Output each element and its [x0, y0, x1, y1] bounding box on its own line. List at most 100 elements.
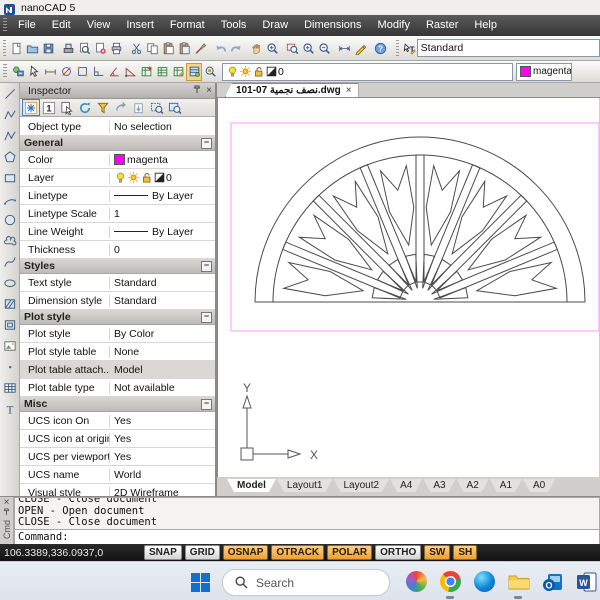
- toggle-grid[interactable]: GRID: [184, 545, 220, 560]
- collapse-icon[interactable]: −: [201, 398, 212, 410]
- cut-icon[interactable]: [129, 39, 145, 57]
- toggle-sh[interactable]: SH: [453, 545, 478, 560]
- search-input[interactable]: Search: [222, 569, 390, 596]
- toggle-otrack[interactable]: OTRACK: [271, 545, 325, 560]
- command-history[interactable]: CLOSE - Close document OPEN - Open docume…: [14, 497, 600, 529]
- text-style-icon[interactable]: T: [402, 39, 417, 57]
- table-new-icon[interactable]: [138, 63, 154, 81]
- property-row[interactable]: UCS icon On Yes: [20, 412, 215, 430]
- layer-combo[interactable]: 0: [222, 62, 513, 81]
- copy-props-icon[interactable]: [112, 99, 130, 116]
- table-open-icon[interactable]: [154, 63, 170, 81]
- rectangle-tool-icon[interactable]: [0, 167, 19, 188]
- layout-tab-a4[interactable]: A4: [390, 479, 422, 492]
- publish-icon[interactable]: [93, 39, 109, 57]
- close-icon[interactable]: ×: [203, 85, 215, 96]
- layout-tab-model[interactable]: Model: [227, 479, 276, 492]
- document-tab[interactable]: 101-07 نصف نجمية.dwg ×: [225, 83, 359, 97]
- property-row[interactable]: Object type No selection: [20, 118, 215, 136]
- property-row[interactable]: Linetype Scale 1: [20, 205, 215, 223]
- property-row[interactable]: Plot style By Color: [20, 325, 215, 343]
- toggle-polar[interactable]: POLAR: [327, 545, 373, 560]
- menu-dimensions[interactable]: Dimensions: [296, 15, 369, 36]
- image-tool-icon[interactable]: [0, 335, 19, 356]
- quick-select-icon[interactable]: [148, 99, 166, 116]
- slope-icon[interactable]: [122, 63, 138, 81]
- ellipse-tool-icon[interactable]: [0, 272, 19, 293]
- zoom-realtime-icon[interactable]: [265, 39, 281, 57]
- tab-close-icon[interactable]: ×: [346, 85, 352, 96]
- section-general[interactable]: General −: [20, 136, 215, 151]
- menu-view[interactable]: View: [79, 15, 119, 36]
- snap-circle-icon[interactable]: [58, 63, 74, 81]
- help-icon[interactable]: ?: [373, 39, 389, 57]
- close-icon[interactable]: ×: [4, 497, 10, 508]
- word-app-icon[interactable]: W: [574, 569, 599, 594]
- menu-raster[interactable]: Raster: [418, 15, 466, 36]
- measure-icon[interactable]: [353, 39, 369, 57]
- table-edit-icon[interactable]: [170, 63, 186, 81]
- pan-icon[interactable]: [249, 39, 265, 57]
- copy-icon[interactable]: [145, 39, 161, 57]
- section-misc[interactable]: Misc −: [20, 397, 215, 412]
- circle-tool-icon[interactable]: [0, 209, 19, 230]
- layout-tab-layout2[interactable]: Layout2: [333, 479, 389, 492]
- polyline-edit-tool-icon[interactable]: [0, 125, 19, 146]
- angle-icon[interactable]: [106, 63, 122, 81]
- collapse-icon[interactable]: −: [201, 311, 212, 323]
- text-style-combo[interactable]: Standard: [416, 39, 600, 57]
- menu-help[interactable]: Help: [466, 15, 505, 36]
- color-combo[interactable]: magenta: [516, 62, 572, 81]
- show-one-icon[interactable]: 1: [40, 99, 58, 116]
- osnap-settings-icon[interactable]: [10, 63, 26, 81]
- quick-select-frame-icon[interactable]: [166, 99, 184, 116]
- menu-insert[interactable]: Insert: [118, 15, 162, 36]
- pin-icon[interactable]: [3, 508, 10, 518]
- plot-stamp-icon[interactable]: [61, 39, 77, 57]
- print-preview-icon[interactable]: [77, 39, 93, 57]
- property-row[interactable]: UCS per viewport Yes: [20, 448, 215, 466]
- revision-cloud-tool-icon[interactable]: [0, 230, 19, 251]
- print-icon[interactable]: [109, 39, 125, 57]
- menu-format[interactable]: Format: [162, 15, 213, 36]
- point-tool-icon[interactable]: [0, 356, 19, 377]
- filter-icon[interactable]: [94, 99, 112, 116]
- collapse-icon[interactable]: −: [201, 260, 212, 272]
- property-row[interactable]: Layer 0: [20, 169, 215, 187]
- section-styles[interactable]: Styles −: [20, 259, 215, 274]
- polyline-tool-icon[interactable]: [0, 104, 19, 125]
- inspector-header[interactable]: Inspector ×: [20, 83, 215, 99]
- drawing-canvas[interactable]: YX: [217, 97, 600, 478]
- cursor-select-icon[interactable]: [26, 63, 42, 81]
- menu-draw[interactable]: Draw: [254, 15, 296, 36]
- start-button[interactable]: [188, 570, 212, 594]
- edge-app-icon[interactable]: [472, 569, 497, 594]
- spline-tool-icon[interactable]: [0, 251, 19, 272]
- snap-distance-icon[interactable]: [42, 63, 58, 81]
- property-row[interactable]: Text style Standard: [20, 274, 215, 292]
- collapse-icon[interactable]: −: [201, 137, 212, 149]
- region-tool-icon[interactable]: [0, 314, 19, 335]
- property-row[interactable]: Linetype By Layer: [20, 187, 215, 205]
- chrome-app-icon[interactable]: [438, 569, 463, 594]
- apply-props-icon[interactable]: [130, 99, 148, 116]
- menu-tools[interactable]: Tools: [213, 15, 255, 36]
- layout-tab-layout1[interactable]: Layout1: [277, 479, 333, 492]
- property-row[interactable]: Thickness 0: [20, 241, 215, 259]
- select-all-icon[interactable]: [22, 99, 40, 116]
- toggle-snap[interactable]: SNAP: [144, 545, 182, 560]
- menu-file[interactable]: File: [10, 15, 44, 36]
- zoom-window-icon[interactable]: [285, 39, 301, 57]
- property-row[interactable]: Plot table type Not available: [20, 379, 215, 397]
- layout-tab-a0[interactable]: A0: [523, 479, 555, 492]
- layers-panel-icon[interactable]: [186, 62, 202, 81]
- property-row[interactable]: Dimension style Standard: [20, 292, 215, 310]
- distance-icon[interactable]: [337, 39, 353, 57]
- toggle-ortho[interactable]: ORTHO: [375, 545, 422, 560]
- toggle-sw[interactable]: SW: [424, 545, 451, 560]
- undo-icon[interactable]: [213, 39, 229, 57]
- layout-tab-a1[interactable]: A1: [490, 479, 522, 492]
- property-row[interactable]: Visual style 2D Wireframe: [20, 484, 215, 496]
- property-row[interactable]: Color magenta: [20, 151, 215, 169]
- menu-modify[interactable]: Modify: [370, 15, 418, 36]
